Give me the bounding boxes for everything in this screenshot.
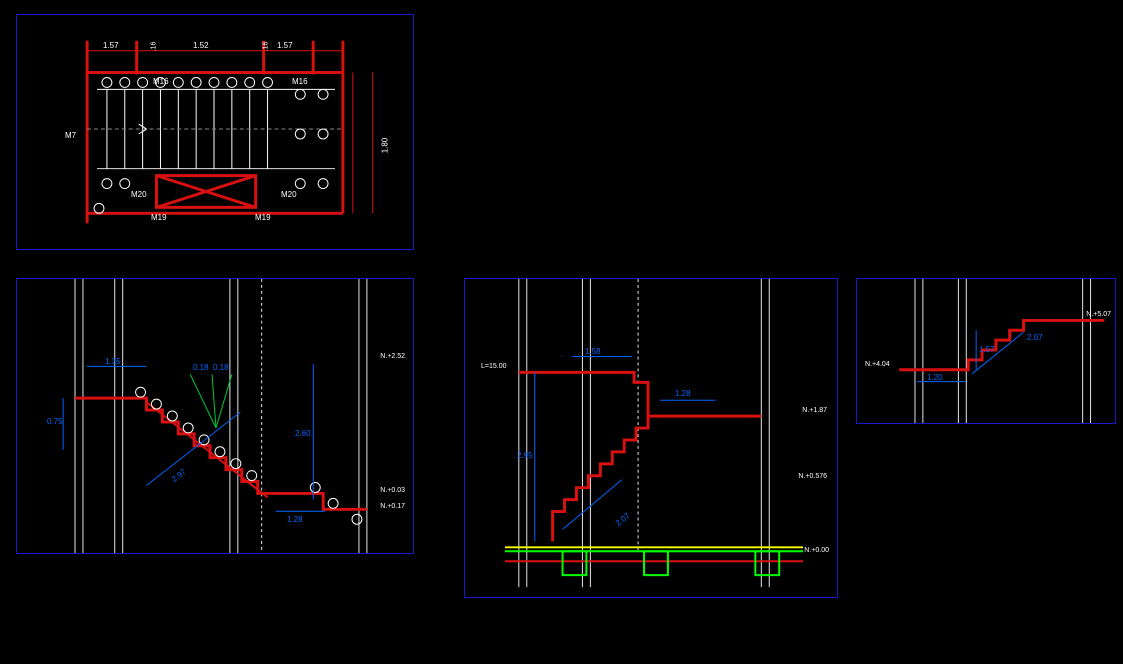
secc-dim-run: 2.07 <box>1027 333 1043 342</box>
seca-dim-hl: 0.75 <box>47 417 63 426</box>
secb-dim-tread: 1.28 <box>675 389 691 398</box>
plan-m16-r: M16 <box>292 77 308 86</box>
seca-dim-bot: 1.28 <box>287 515 303 524</box>
plan-dim-right: 1.80 <box>380 138 389 154</box>
secb-dim-h: 2.95 <box>517 451 533 460</box>
secb-lvl-tl: L=15.00 <box>481 363 507 370</box>
secc-dim-riser: 1.57 <box>979 345 995 354</box>
seca-lvl-mr1: N.+0.03 <box>380 487 405 494</box>
plan-m20-r: M20 <box>281 190 297 199</box>
viewport-section-b: L=15.00 N.+1.87 N.+0.576 N.+0.00 2.95 1.… <box>464 278 838 598</box>
plan-m19-l: M19 <box>151 213 167 222</box>
plan-dim-col-r: .16 <box>262 42 269 52</box>
secc-dim-landing: 1.20 <box>927 373 943 382</box>
plan-dim-tr: 1.57 <box>277 41 293 50</box>
plan-m19-r: M19 <box>255 213 271 222</box>
seca-dim-riser: 0.18 <box>213 363 229 372</box>
viewport-section-c: N.+4.04 N.+5.07 1.20 2.07 1.57 <box>856 278 1116 424</box>
secc-lvl-l: N.+4.04 <box>865 361 890 368</box>
seca-dim-hr: 2.60 <box>295 429 311 438</box>
plan-dim-tl: 1.57 <box>103 41 119 50</box>
seca-dim-top: 1.35 <box>105 357 121 366</box>
seca-lvl-tr: N.+2.52 <box>380 353 405 360</box>
secb-dim-riser: 1.58 <box>585 347 601 356</box>
plan-m20-l: M20 <box>131 190 147 199</box>
viewport-plan: M7 M16 M16 M19 M19 M20 M20 1.57 1.52 1.5… <box>16 14 414 250</box>
plan-m7: M7 <box>65 131 76 140</box>
seca-dim-tread: 0.18 <box>193 363 209 372</box>
plan-dim-tm: 1.52 <box>193 41 209 50</box>
secc-lvl-r: N.+5.07 <box>1086 311 1111 318</box>
viewport-section-a: N.+2.52 N.+0.03 N.+0.17 2.97 0.75 2.60 1… <box>16 278 414 554</box>
seca-lvl-mr2: N.+0.17 <box>380 503 405 510</box>
secb-lvl-r2: N.+0.576 <box>798 473 827 480</box>
plan-m16-l: M16 <box>153 77 169 86</box>
plan-dim-col-l: .16 <box>150 42 157 52</box>
secb-lvl-b: N.+0.00 <box>804 547 829 554</box>
secb-lvl-r1: N.+1.87 <box>802 407 827 414</box>
